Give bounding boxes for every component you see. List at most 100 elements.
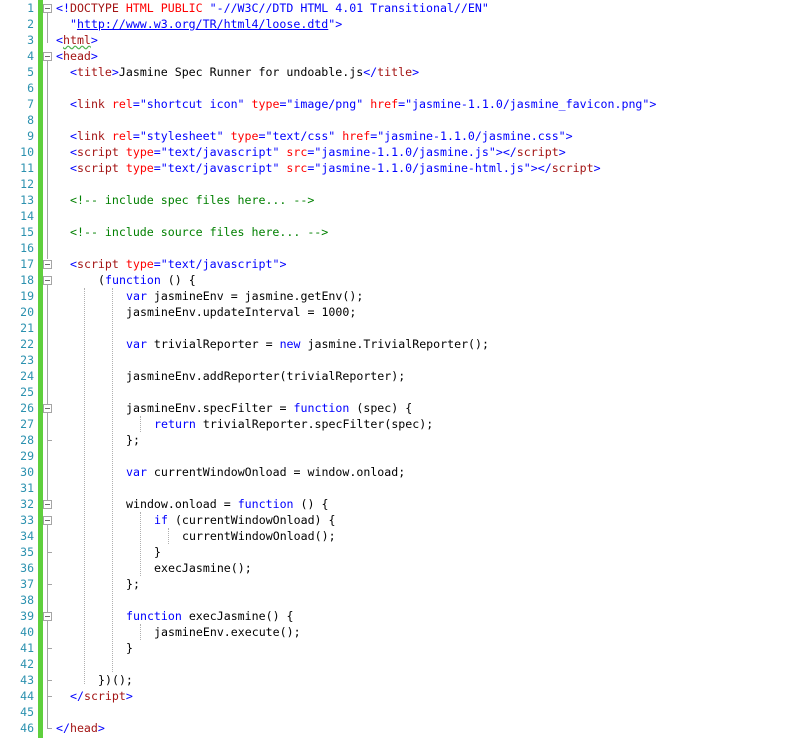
code-line-7[interactable]: <link rel="shortcut icon" type="image/pn… bbox=[70, 96, 656, 112]
collapse-icon[interactable] bbox=[43, 516, 52, 525]
token: "text/css" bbox=[265, 129, 336, 143]
token: var bbox=[126, 337, 147, 351]
token: "text/javascript" bbox=[160, 145, 280, 159]
code-line-1[interactable]: <!DOCTYPE HTML PUBLIC "-//W3C//DTD HTML … bbox=[56, 0, 489, 16]
token: < bbox=[56, 33, 63, 47]
token: script bbox=[551, 161, 594, 175]
code-line-17[interactable]: <script type="text/javascript"> bbox=[70, 256, 286, 272]
fold-line bbox=[47, 413, 49, 440]
code-line-41[interactable]: } bbox=[126, 640, 133, 656]
line-number: 17 bbox=[20, 257, 34, 271]
code-line-13[interactable]: <!-- include spec files here... --> bbox=[70, 192, 314, 208]
code-line-30[interactable]: var currentWindowOnload = window.onload; bbox=[126, 464, 405, 480]
token: "> bbox=[328, 17, 343, 31]
collapse-icon[interactable] bbox=[43, 500, 52, 509]
token: > bbox=[97, 721, 105, 735]
code-line-37[interactable]: }; bbox=[126, 576, 140, 592]
code-line-9[interactable]: <link rel="stylesheet" type="text/css" h… bbox=[70, 128, 573, 144]
code-line-28[interactable]: }; bbox=[126, 432, 140, 448]
token: HTML bbox=[125, 1, 154, 15]
collapse-icon[interactable] bbox=[43, 4, 52, 13]
line-number: 35 bbox=[20, 545, 34, 559]
code-line-10[interactable]: <script type="text/javascript" src="jasm… bbox=[70, 144, 566, 160]
code-line-19[interactable]: var jasmineEnv = jasmine.getEnv(); bbox=[126, 288, 363, 304]
token: window.onload = bbox=[126, 497, 238, 511]
code-line-11[interactable]: <script type="text/javascript" src="jasm… bbox=[70, 160, 601, 176]
line-number: 15 bbox=[20, 225, 34, 239]
token: var bbox=[126, 289, 147, 303]
token: "jasmine-1.1.0/jasmine-html.js" bbox=[314, 161, 531, 175]
line-number: 14 bbox=[20, 209, 34, 223]
fold-line bbox=[47, 585, 49, 612]
token: jasmineEnv.execute(); bbox=[154, 625, 301, 639]
code-line-2[interactable]: "http://www.w3.org/TR/html4/loose.dtd"> bbox=[70, 16, 342, 32]
code-line-46[interactable]: </head> bbox=[56, 720, 105, 736]
code-line-34[interactable]: currentWindowOnload(); bbox=[182, 528, 336, 544]
code-line-32[interactable]: window.onload = function () { bbox=[126, 496, 328, 512]
code-line-33[interactable]: if (currentWindowOnload) { bbox=[154, 512, 336, 528]
code-line-40[interactable]: jasmineEnv.execute(); bbox=[154, 624, 301, 640]
code-line-27[interactable]: return trivialReporter.specFilter(spec); bbox=[154, 416, 433, 432]
code-line-24[interactable]: jasmineEnv.addReporter(trivialReporter); bbox=[126, 368, 405, 384]
token: new bbox=[279, 337, 301, 351]
token: > bbox=[412, 65, 420, 79]
code-line-44[interactable]: </script> bbox=[70, 688, 133, 704]
code-line-5[interactable]: <title>Jasmine Spec Runner for undoable.… bbox=[70, 64, 419, 80]
token: head bbox=[62, 49, 91, 63]
token: var bbox=[126, 465, 147, 479]
change-tracking-bar bbox=[38, 0, 43, 738]
token: function bbox=[237, 497, 294, 511]
code-line-20[interactable]: jasmineEnv.updateInterval = 1000; bbox=[126, 304, 356, 320]
fold-end bbox=[47, 728, 52, 730]
token: })(); bbox=[98, 673, 133, 687]
token: </ bbox=[363, 65, 378, 79]
line-number: 37 bbox=[20, 577, 34, 591]
collapse-icon[interactable] bbox=[43, 276, 52, 285]
line-number: 10 bbox=[20, 145, 34, 159]
token: > bbox=[90, 49, 98, 63]
line-number: 9 bbox=[27, 129, 34, 143]
token: < bbox=[56, 49, 63, 63]
token: jasmineEnv.addReporter(trivialReporter); bbox=[126, 369, 406, 383]
token: (spec) { bbox=[349, 401, 413, 415]
code-line-4[interactable]: <head> bbox=[56, 48, 98, 64]
token: < bbox=[70, 65, 77, 79]
dtd-link[interactable]: http://www.w3.org/TR/html4/loose.dtd bbox=[77, 17, 328, 31]
code-line-39[interactable]: function execJasmine() { bbox=[126, 608, 294, 624]
code-line-22[interactable]: var trivialReporter = new jasmine.Trivia… bbox=[126, 336, 489, 352]
token: src bbox=[286, 161, 308, 175]
code-editor[interactable]: 1 2 3 4 5 6 7 8 9 10 11 12 13 14 15 16 17 18 19 20 21 22 23 24 2… bbox=[0, 0, 786, 738]
line-number: 27 bbox=[20, 417, 34, 431]
token: html bbox=[62, 33, 91, 47]
token: = bbox=[132, 97, 140, 111]
code-line-3[interactable]: <html> bbox=[56, 32, 98, 48]
line-number: 5 bbox=[27, 65, 34, 79]
token: trivialReporter = bbox=[146, 337, 280, 351]
collapse-icon[interactable] bbox=[43, 52, 52, 61]
collapse-icon[interactable] bbox=[43, 612, 52, 621]
code-line-15[interactable]: <!-- include source files here... --> bbox=[70, 224, 328, 240]
code-line-18[interactable]: (function () { bbox=[98, 272, 196, 288]
code-line-26[interactable]: jasmineEnv.specFilter = function (spec) … bbox=[126, 400, 412, 416]
code-line-36[interactable]: execJasmine(); bbox=[154, 560, 252, 576]
token: type bbox=[125, 161, 154, 175]
code-line-43[interactable]: })(); bbox=[98, 672, 133, 688]
token: function bbox=[293, 401, 350, 415]
token: href bbox=[370, 97, 399, 111]
collapse-icon[interactable] bbox=[43, 260, 52, 269]
code-line-35[interactable]: } bbox=[154, 544, 161, 560]
token: "image/png" bbox=[286, 97, 364, 111]
token: } bbox=[126, 641, 133, 655]
token: }; bbox=[126, 577, 140, 591]
indent-guide bbox=[84, 288, 85, 684]
line-number: 28 bbox=[20, 433, 34, 447]
token: > bbox=[111, 65, 119, 79]
collapse-icon[interactable] bbox=[43, 404, 52, 413]
token: execJasmine() { bbox=[181, 609, 294, 623]
line-number: 45 bbox=[20, 705, 34, 719]
